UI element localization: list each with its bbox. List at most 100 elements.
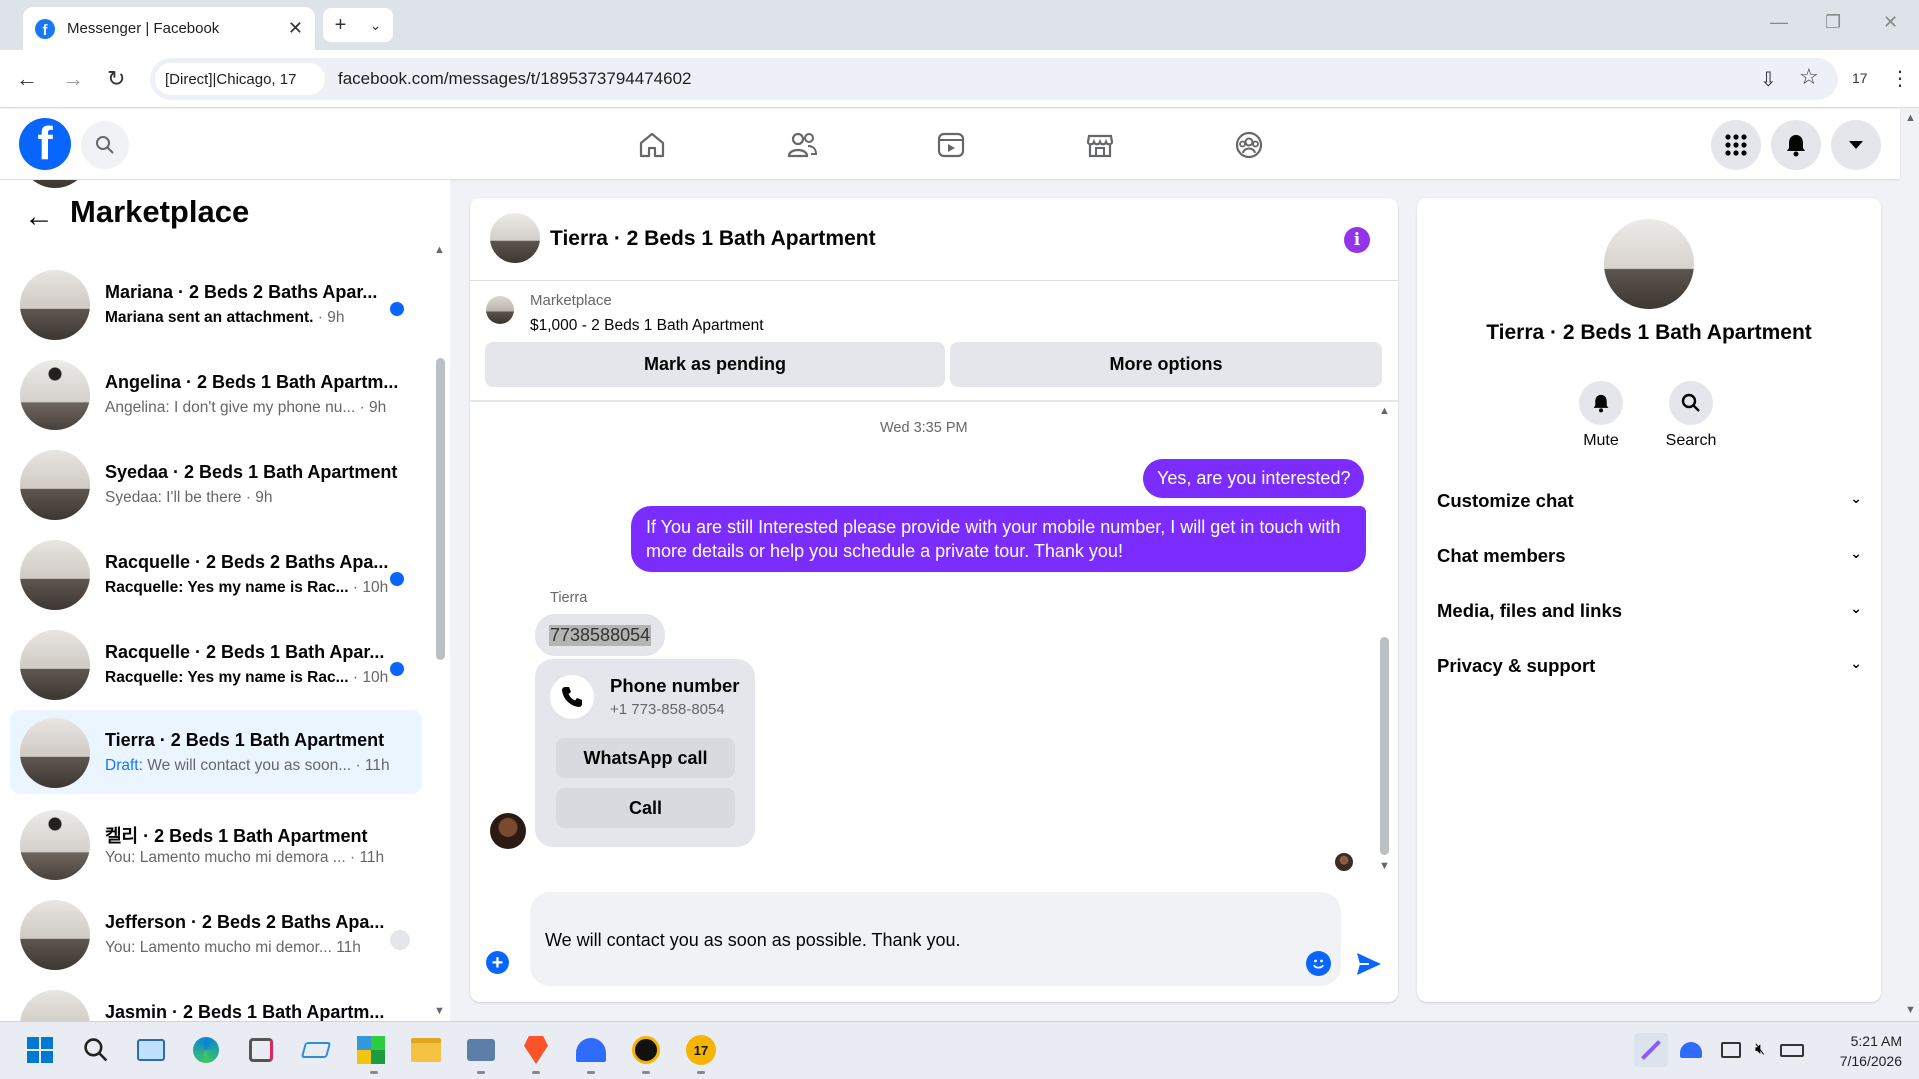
page-scroll-up-arrow[interactable]: ▲	[1905, 112, 1916, 124]
home-icon	[639, 132, 665, 158]
conversation-item[interactable]: Angelina · 2 Beds 1 Bath Apartm... Angel…	[10, 352, 422, 436]
minimize-icon[interactable]: —	[1770, 12, 1788, 33]
message-bubble-sent[interactable]: Yes, are you interested?	[1143, 459, 1365, 498]
conversation-item[interactable]: Mariana · 2 Beds 2 Baths Apar... Mariana…	[10, 262, 422, 346]
conversation-name: 켈리 · 2 Beds 1 Bath Apartment	[105, 826, 368, 846]
site-info-chip[interactable]: [Direct]|Chicago, 17	[155, 63, 325, 95]
file-explorer-icon[interactable]	[409, 1033, 443, 1067]
chat-members-section[interactable]: Chat members ⌄	[1437, 545, 1862, 567]
message-bubble-received[interactable]: 7738588054	[535, 614, 666, 656]
marketplace-nav-button[interactable]	[1079, 124, 1121, 166]
list-scroll-down-arrow[interactable]: ▼	[434, 1005, 445, 1017]
conversation-name: Syedaa · 2 Beds 1 Bath Apartment	[105, 462, 398, 482]
emoji-icon[interactable]	[1306, 951, 1331, 976]
snipping-tool-icon[interactable]	[244, 1033, 278, 1067]
home-nav-button[interactable]	[631, 124, 673, 166]
url-text[interactable]: facebook.com/messages/t/1895373794474602	[338, 69, 691, 89]
back-icon[interactable]: ←	[16, 66, 38, 92]
reload-icon[interactable]: ↻	[107, 66, 125, 92]
info-icon[interactable]: i	[1344, 227, 1370, 253]
profile-avatar[interactable]	[1604, 219, 1694, 309]
avatar	[20, 540, 90, 610]
unread-dot	[390, 302, 404, 316]
facebook-search-button[interactable]	[81, 121, 129, 169]
clock-date[interactable]: 7/16/2026	[1802, 1053, 1902, 1069]
chat-title[interactable]: Tierra · 2 Beds 1 Bath Apartment	[550, 227, 876, 251]
app-icon[interactable]	[299, 1033, 333, 1067]
back-arrow-icon[interactable]: ←	[24, 200, 54, 234]
conversation-item[interactable]: 켈리 · 2 Beds 1 Bath Apartment You: Lament…	[10, 802, 422, 886]
conversation-preview: Draft: We will contact you as soon... · …	[105, 757, 390, 774]
chat-scroll-up-arrow[interactable]: ▲	[1379, 405, 1390, 417]
install-app-icon[interactable]: ⇩	[1760, 67, 1777, 92]
add-attachment-icon[interactable]: +	[486, 951, 509, 974]
close-tab-icon[interactable]: ✕	[288, 18, 303, 39]
conversation-item-active[interactable]: Tierra · 2 Beds 1 Bath Apartment Draft: …	[10, 710, 422, 794]
search-in-chat-button[interactable]	[1669, 381, 1713, 425]
app-icon[interactable]	[629, 1033, 663, 1067]
bookmark-star-icon[interactable]: ☆	[1799, 64, 1819, 90]
vpn-app-icon[interactable]	[574, 1033, 608, 1067]
conversation-item[interactable]: Syedaa · 2 Beds 1 Bath Apartment Syedaa:…	[10, 442, 422, 526]
conversation-item[interactable]: Jefferson · 2 Beds 2 Baths Apa... You: L…	[10, 892, 422, 976]
new-tab-button[interactable]: +	[335, 14, 347, 37]
pen-icon[interactable]	[1634, 1033, 1668, 1067]
conversation-preview: You: Lamento mucho mi demora ... · 11h	[105, 849, 385, 866]
list-scroll-up-arrow[interactable]: ▲	[434, 244, 445, 256]
mark-as-pending-button[interactable]: Mark as pending	[485, 342, 945, 387]
friends-nav-button[interactable]	[781, 124, 823, 166]
groups-icon	[1235, 131, 1263, 159]
sender-avatar[interactable]	[490, 813, 526, 849]
widgets-icon[interactable]	[134, 1033, 168, 1067]
page-scroll-down-arrow[interactable]: ▼	[1905, 1004, 1916, 1016]
notifications-button[interactable]	[1771, 120, 1821, 170]
chat-scroll-down-arrow[interactable]: ▼	[1379, 860, 1390, 872]
edge-browser-icon[interactable]	[189, 1033, 223, 1067]
conversation-item[interactable]: Racquelle · 2 Beds 1 Bath Apar... Racque…	[10, 622, 422, 706]
start-menu-icon[interactable]	[23, 1033, 57, 1067]
conversation-item[interactable]: Jasmin · 2 Beds 1 Bath Apartm...	[10, 982, 422, 1021]
clock-time[interactable]: 5:21 AM	[1822, 1033, 1902, 1049]
volume-muted-icon[interactable]: 🔇︎	[1743, 1033, 1777, 1067]
customize-chat-section[interactable]: Customize chat ⌄	[1437, 490, 1862, 512]
call-button[interactable]: Call	[556, 788, 735, 828]
facebook-logo-icon[interactable]: f	[19, 118, 71, 170]
bell-icon	[1593, 394, 1609, 413]
conversation-item[interactable]: Racquelle · 2 Beds 2 Baths Apa... Racque…	[10, 532, 422, 616]
chat-scrollbar[interactable]	[1380, 637, 1389, 855]
more-options-button[interactable]: More options	[950, 342, 1382, 387]
app-badge-icon[interactable]: 17	[684, 1033, 718, 1067]
extension-badge[interactable]: 17	[1852, 70, 1868, 86]
browser-tab[interactable]: f Messenger | Facebook ✕	[23, 7, 315, 50]
account-button[interactable]	[1831, 120, 1881, 170]
listing-label: Marketplace	[530, 292, 612, 309]
remote-app-icon[interactable]	[464, 1033, 498, 1067]
whatsapp-call-button[interactable]: WhatsApp call	[556, 738, 735, 778]
mute-label: Mute	[1583, 432, 1619, 449]
forward-icon[interactable]: →	[62, 66, 84, 92]
window-close-icon[interactable]: ✕	[1883, 12, 1898, 33]
privacy-support-section[interactable]: Privacy & support ⌄	[1437, 655, 1862, 677]
message-bubble-sent[interactable]: If You are still Interested please provi…	[631, 506, 1366, 572]
composer-text[interactable]: We will contact you as soon as possible.…	[545, 930, 961, 951]
vpn-tray-icon[interactable]	[1674, 1033, 1708, 1067]
video-nav-button[interactable]	[930, 124, 972, 166]
restore-icon[interactable]: ❐	[1825, 12, 1841, 33]
groups-nav-button[interactable]	[1228, 124, 1270, 166]
conversation-list-scrollbar[interactable]	[436, 358, 445, 660]
brave-browser-icon[interactable]	[519, 1033, 553, 1067]
send-icon[interactable]	[1355, 951, 1383, 977]
tab-search-chevron-icon[interactable]: ⌄	[370, 17, 382, 34]
sheets-app-icon[interactable]	[354, 1033, 388, 1067]
mute-button[interactable]	[1579, 381, 1623, 425]
browser-menu-icon[interactable]: ⋮	[1890, 66, 1910, 91]
chat-avatar[interactable]	[490, 213, 540, 263]
media-files-links-section[interactable]: Media, files and links ⌄	[1437, 600, 1862, 622]
conversation-name: Tierra · 2 Beds 1 Bath Apartment	[105, 730, 385, 750]
menu-grid-button[interactable]	[1711, 120, 1761, 170]
listing-price[interactable]: $1,000 - 2 Beds 1 Bath Apartment	[530, 317, 764, 335]
taskbar-search-icon[interactable]	[79, 1033, 113, 1067]
bell-icon	[1787, 135, 1805, 157]
conversation-partial-top[interactable]	[10, 180, 422, 194]
listing-thumbnail	[486, 296, 514, 324]
